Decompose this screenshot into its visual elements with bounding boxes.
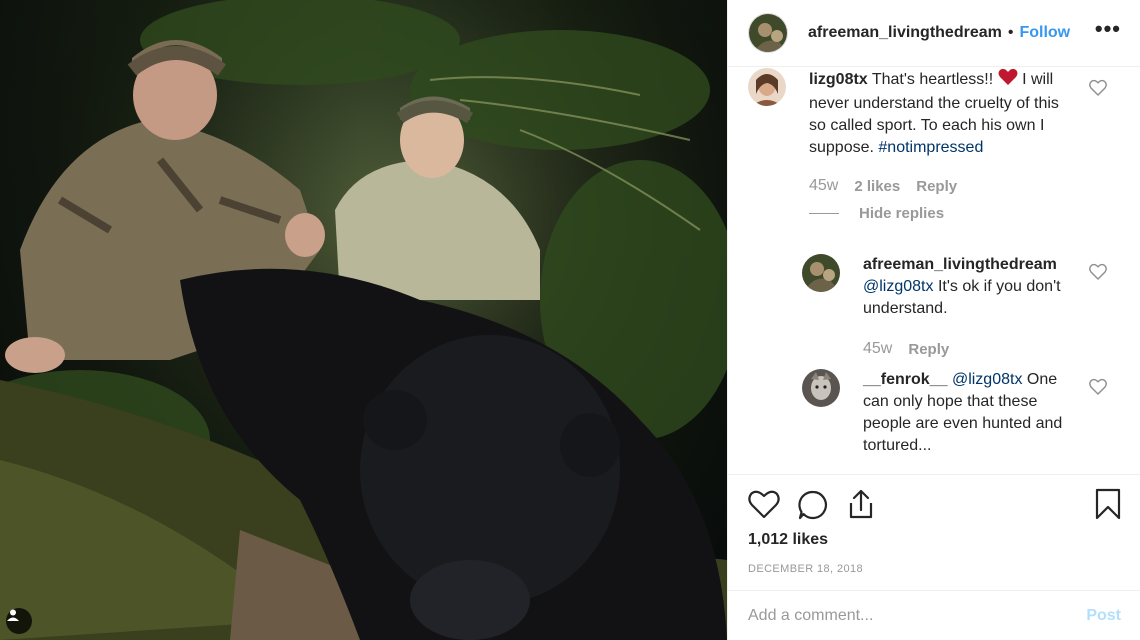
avatar[interactable] xyxy=(748,13,788,53)
avatar[interactable] xyxy=(802,369,840,407)
comment-time[interactable]: 45w xyxy=(863,340,892,358)
user-tag-icon[interactable] xyxy=(6,608,32,634)
comment-input[interactable] xyxy=(748,606,1087,625)
avatar[interactable] xyxy=(802,254,840,292)
add-comment-form: Post xyxy=(728,590,1140,640)
header-separator: • xyxy=(1007,24,1014,41)
reply-item: afreeman_livingthedream @lizg08tx It's ok… xyxy=(802,254,1075,320)
comment-meta: 45w 2 likes Reply xyxy=(809,177,957,195)
comment-text: afreeman_livingthedream @lizg08tx It's ok… xyxy=(863,254,1075,320)
comment-meta: 45w Reply xyxy=(863,340,949,358)
red-heart-emoji-icon xyxy=(998,68,1018,93)
comment-username[interactable]: afreeman_livingthedream xyxy=(863,256,1057,273)
comment-heart-icon[interactable] xyxy=(1089,79,1107,97)
reply-button[interactable]: Reply xyxy=(916,178,957,195)
comment-heart-icon[interactable] xyxy=(1089,378,1107,396)
comment-username[interactable]: __fenrok__ xyxy=(863,371,948,388)
mention-link[interactable]: @lizg08tx xyxy=(863,278,934,295)
bookmark-icon[interactable] xyxy=(1095,488,1121,525)
photo-illustration xyxy=(0,0,727,640)
comment-text-part: That's heartless!! xyxy=(867,71,998,88)
post-date[interactable]: DECEMBER 18, 2018 xyxy=(748,563,863,575)
mention-link[interactable]: @lizg08tx xyxy=(952,371,1023,388)
avatar[interactable] xyxy=(748,68,786,106)
share-icon[interactable] xyxy=(846,488,876,525)
heart-icon[interactable] xyxy=(748,489,780,524)
divider xyxy=(728,474,1140,475)
comment-username[interactable]: lizg08tx xyxy=(809,71,868,88)
post-photo[interactable] xyxy=(0,0,727,640)
comment-time[interactable]: 45w xyxy=(809,177,838,195)
more-icon[interactable]: ••• xyxy=(1095,18,1121,40)
header-username[interactable]: afreeman_livingthedream xyxy=(808,24,1002,42)
reply-button[interactable]: Reply xyxy=(908,341,949,358)
hashtag-link[interactable]: #notimpressed xyxy=(878,139,983,156)
hide-replies-label: Hide replies xyxy=(859,205,945,222)
reply-item: __fenrok__ @lizg08tx One can only hope t… xyxy=(802,369,1075,457)
comment-likes[interactable]: 2 likes xyxy=(854,178,900,195)
likes-count[interactable]: 1,012 likes xyxy=(748,531,828,549)
follow-button[interactable]: Follow xyxy=(1019,24,1070,42)
comment-icon[interactable] xyxy=(797,489,829,526)
hide-replies-button[interactable]: Hide replies xyxy=(809,205,944,222)
divider xyxy=(809,213,839,214)
post-header: afreeman_livingthedream • Follow ••• xyxy=(728,0,1140,67)
post-sidebar: afreeman_livingthedream • Follow ••• liz… xyxy=(727,0,1140,640)
comment-text: __fenrok__ @lizg08tx One can only hope t… xyxy=(863,369,1075,457)
comment-text: lizg08tx That's heartless!! I will never… xyxy=(809,68,1067,159)
post-button[interactable]: Post xyxy=(1086,607,1121,625)
comment-heart-icon[interactable] xyxy=(1089,263,1107,281)
comment-item: lizg08tx That's heartless!! I will never… xyxy=(748,68,1067,159)
